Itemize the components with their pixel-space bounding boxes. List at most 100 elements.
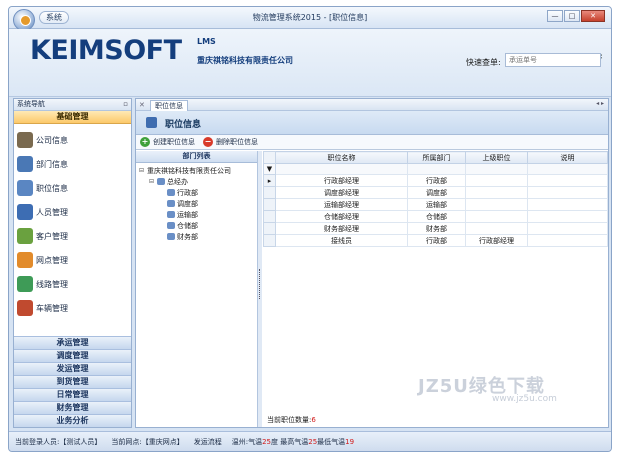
cell-notes[interactable]: [527, 222, 608, 235]
delete-position-button[interactable]: − 删除职位信息: [203, 137, 258, 147]
nav-group-arrival[interactable]: 到货管理: [14, 375, 131, 388]
page-title: 职位信息: [165, 120, 202, 130]
cell-notes[interactable]: [527, 234, 608, 247]
collapse-icon[interactable]: ⊟: [149, 178, 155, 185]
cell-notes[interactable]: [527, 186, 608, 199]
nav-item-department[interactable]: 部门信息: [14, 152, 131, 176]
cell-department[interactable]: 运输部: [407, 198, 466, 211]
cell-position[interactable]: 接线员: [275, 234, 408, 247]
cell-superior[interactable]: [465, 210, 528, 223]
panel-splitter[interactable]: [258, 151, 262, 427]
cell-notes[interactable]: [527, 210, 608, 223]
tree-node-dept[interactable]: 运输部: [136, 209, 257, 220]
nav-item-customer[interactable]: 客户管理: [14, 224, 131, 248]
tree-node-dept[interactable]: 仓储部: [136, 220, 257, 231]
nav-header: 系统导航 ▫: [14, 99, 131, 111]
tree-node-dept[interactable]: 行政部: [136, 187, 257, 198]
row-indicator: [263, 222, 276, 235]
nav-header-label: 系统导航: [17, 100, 45, 108]
cell-position[interactable]: 运输部经理: [275, 198, 408, 211]
cell-notes[interactable]: [527, 174, 608, 187]
cell-department[interactable]: 行政部: [407, 234, 466, 247]
nav-item-vehicle[interactable]: 车辆管理: [14, 296, 131, 320]
quick-search-input[interactable]: [505, 53, 601, 67]
create-position-button[interactable]: + 创建职位信息: [140, 137, 195, 147]
cell-superior[interactable]: [465, 174, 528, 187]
cell-department[interactable]: 财务部: [407, 222, 466, 235]
tree-node-label: 总经办: [167, 177, 188, 186]
cell-department[interactable]: 行政部: [407, 174, 466, 187]
department-icon: [167, 200, 175, 207]
cell-notes[interactable]: [527, 198, 608, 211]
nav-group-dispatch[interactable]: 调度管理: [14, 349, 131, 362]
nav-group-daily[interactable]: 日常管理: [14, 388, 131, 401]
nav-item-position[interactable]: 职位信息: [14, 176, 131, 200]
pin-icon[interactable]: ▫: [123, 99, 128, 110]
filter-cell[interactable]: [407, 163, 466, 175]
table-row[interactable]: ▸ 行政部经理 行政部: [263, 174, 608, 187]
filter-cell[interactable]: [527, 163, 608, 175]
filter-cell[interactable]: [465, 163, 528, 175]
nav-group-delivery[interactable]: 发运管理: [14, 362, 131, 375]
cell-superior[interactable]: [465, 198, 528, 211]
position-count-value: 6: [311, 416, 316, 424]
nav-item-staff[interactable]: 人员管理: [14, 200, 131, 224]
cell-position[interactable]: 行政部经理: [275, 174, 408, 187]
tree-node-root[interactable]: ⊟ 重庆祺铭科技有限责任公司: [136, 165, 257, 176]
tree-node-general-office[interactable]: ⊟ 总经办: [136, 176, 257, 187]
navigation-panel: 系统导航 ▫ 基础管理 公司信息 部门信息 职位信息 人员管理 客户管理 网点管…: [13, 98, 132, 428]
cell-department[interactable]: 调度部: [407, 186, 466, 199]
grid-header-row: 职位名称 所属部门 上级职位 说明: [263, 151, 608, 164]
column-header-department[interactable]: 所属部门: [407, 151, 466, 164]
nav-item-route[interactable]: 线路管理: [14, 272, 131, 296]
status-flow-link[interactable]: 发运流程: [194, 437, 222, 447]
column-header-superior[interactable]: 上级职位: [465, 151, 528, 164]
delete-position-label: 删除职位信息: [216, 138, 258, 146]
cell-department[interactable]: 仓储部: [407, 210, 466, 223]
table-row[interactable]: 调度部经理 调度部: [263, 186, 608, 199]
tab-position-info[interactable]: 职位信息: [150, 100, 188, 111]
tree-node-dept[interactable]: 财务部: [136, 231, 257, 242]
building-icon: [17, 132, 33, 148]
status-site-value: 【重庆网点】: [141, 437, 184, 446]
table-row[interactable]: 运输部经理 运输部: [263, 198, 608, 211]
tree-node-label: 财务部: [177, 232, 198, 241]
nav-item-outlet[interactable]: 网点管理: [14, 248, 131, 272]
close-button[interactable]: ✕: [581, 10, 605, 22]
minimize-button[interactable]: —: [547, 10, 563, 22]
cell-position[interactable]: 财务部经理: [275, 222, 408, 235]
department-icon: [167, 211, 175, 218]
nav-item-label: 人员管理: [36, 207, 68, 217]
tree-node-dept[interactable]: 调度部: [136, 198, 257, 209]
nav-group-finance[interactable]: 财务管理: [14, 401, 131, 414]
cell-superior[interactable]: [465, 186, 528, 199]
nav-item-company[interactable]: 公司信息: [14, 128, 131, 152]
tree-node-label: 运输部: [177, 210, 198, 219]
tab-scroll-arrows[interactable]: ◂ ▸: [596, 100, 604, 107]
collapse-icon[interactable]: ⊟: [139, 167, 145, 174]
weather-temp: 25: [262, 437, 271, 446]
maximize-button[interactable]: □: [564, 10, 580, 22]
cell-superior[interactable]: [465, 222, 528, 235]
cell-position[interactable]: 调度部经理: [275, 186, 408, 199]
nav-group-shipping[interactable]: 承运管理: [14, 336, 131, 349]
table-row[interactable]: 财务部经理 财务部: [263, 222, 608, 235]
product-name: LMS: [197, 37, 216, 46]
cell-position[interactable]: 仓储部经理: [275, 210, 408, 223]
weather-temp-low: 19: [345, 437, 355, 446]
nav-group-basic[interactable]: 基础管理: [14, 111, 131, 124]
table-row[interactable]: 接线员 行政部 行政部经理: [263, 234, 608, 247]
watermark-url: www.jz5u.com: [492, 394, 557, 404]
tab-close-icon[interactable]: ✕: [139, 101, 145, 109]
table-row[interactable]: 仓储部经理 仓储部: [263, 210, 608, 223]
filter-icon[interactable]: ▼: [263, 163, 276, 175]
nav-group-analysis[interactable]: 业务分析: [14, 414, 131, 427]
column-header-position[interactable]: 职位名称: [275, 151, 408, 164]
department-icon: [167, 189, 175, 196]
status-login-label: 当前登录人员:: [15, 437, 60, 446]
column-header-notes[interactable]: 说明: [527, 151, 608, 164]
nav-item-label: 职位信息: [36, 183, 68, 193]
cell-superior[interactable]: 行政部经理: [465, 234, 528, 247]
filter-cell[interactable]: [275, 163, 408, 175]
weather-label-high: 度 最高气温: [271, 437, 309, 446]
